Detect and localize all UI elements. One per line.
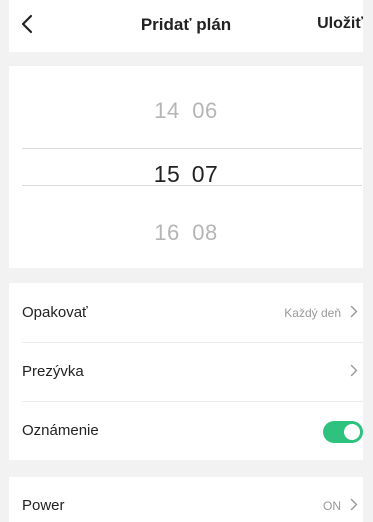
chevron-right-icon (350, 498, 358, 511)
chevron-right-icon (350, 305, 358, 318)
power-row[interactable]: Power ON (9, 477, 363, 522)
picker-minute-selected[interactable]: 07 (190, 161, 220, 188)
repeat-label: Opakovať (22, 304, 88, 321)
repeat-value: Každý deň (284, 306, 341, 320)
notification-row: Oznámenie (9, 401, 363, 460)
selection-line-bottom (22, 185, 362, 186)
settings-list: Opakovať Každý deň Prezývka Oznámenie (9, 283, 363, 460)
picker-hour-next[interactable]: 16 (152, 220, 182, 246)
header-bar: Pridať plán Uložiť (9, 0, 363, 52)
picker-hour-previous[interactable]: 14 (152, 98, 182, 124)
picker-row-previous[interactable]: 14 06 (9, 98, 363, 124)
nickname-label: Prezývka (22, 363, 84, 380)
picker-minute-previous[interactable]: 06 (190, 98, 220, 124)
repeat-row[interactable]: Opakovať Každý deň (9, 283, 363, 342)
notification-toggle[interactable] (323, 421, 363, 443)
picker-minute-next[interactable]: 08 (190, 220, 220, 246)
notification-label: Oznámenie (22, 422, 99, 439)
toggle-knob (344, 424, 360, 440)
picker-row-next[interactable]: 16 08 (9, 220, 363, 246)
power-label: Power (22, 497, 65, 514)
power-section: Power ON (9, 477, 363, 522)
selection-line-top (22, 148, 362, 149)
save-button[interactable]: Uložiť (317, 15, 363, 33)
nickname-row[interactable]: Prezývka (9, 342, 363, 401)
picker-row-selected[interactable]: 15 07 (9, 161, 363, 188)
page-title: Pridať plán (140, 15, 232, 34)
power-value: ON (323, 499, 341, 513)
time-picker[interactable]: 14 06 15 07 16 08 (9, 66, 363, 268)
app-frame: Pridať plán Uložiť 14 06 15 07 16 08 Opakov… (9, 0, 363, 522)
chevron-right-icon (350, 364, 358, 377)
picker-hour-selected[interactable]: 15 (152, 161, 182, 188)
